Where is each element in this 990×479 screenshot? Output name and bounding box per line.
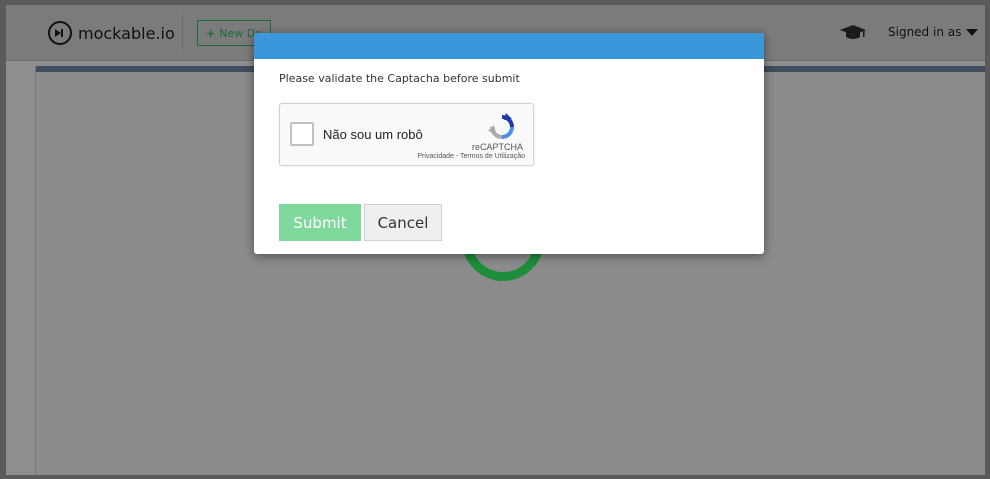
plus-icon: + — [206, 27, 216, 40]
signed-in-menu[interactable]: Signed in as — [888, 25, 979, 39]
play-circle-icon — [48, 21, 72, 45]
recaptcha-logo-icon — [488, 113, 514, 139]
recaptcha-checkbox[interactable] — [290, 122, 314, 146]
recaptcha-widget: Não sou um robô reCAPTCHA Privacidade - … — [279, 103, 534, 166]
brand[interactable]: mockable.io — [48, 18, 175, 48]
brand-name: mockable.io — [78, 23, 175, 43]
graduation-cap-icon[interactable] — [840, 25, 866, 41]
captcha-modal: Please validate the Captacha before subm… — [254, 33, 764, 254]
recaptcha-brand: reCAPTCHA — [471, 142, 523, 152]
modal-header — [254, 33, 764, 59]
recaptcha-terms-link[interactable]: Privacidade - Termos de Utilização — [417, 153, 525, 160]
submit-button[interactable]: Submit — [279, 204, 361, 241]
signed-in-label: Signed in as — [888, 25, 962, 39]
content-edge — [35, 66, 36, 475]
nav-divider — [182, 14, 183, 50]
caret-down-icon — [966, 29, 979, 36]
modal-message: Please validate the Captacha before subm… — [279, 72, 520, 85]
cancel-button[interactable]: Cancel — [364, 204, 442, 241]
recaptcha-label: Não sou um robô — [323, 127, 423, 142]
